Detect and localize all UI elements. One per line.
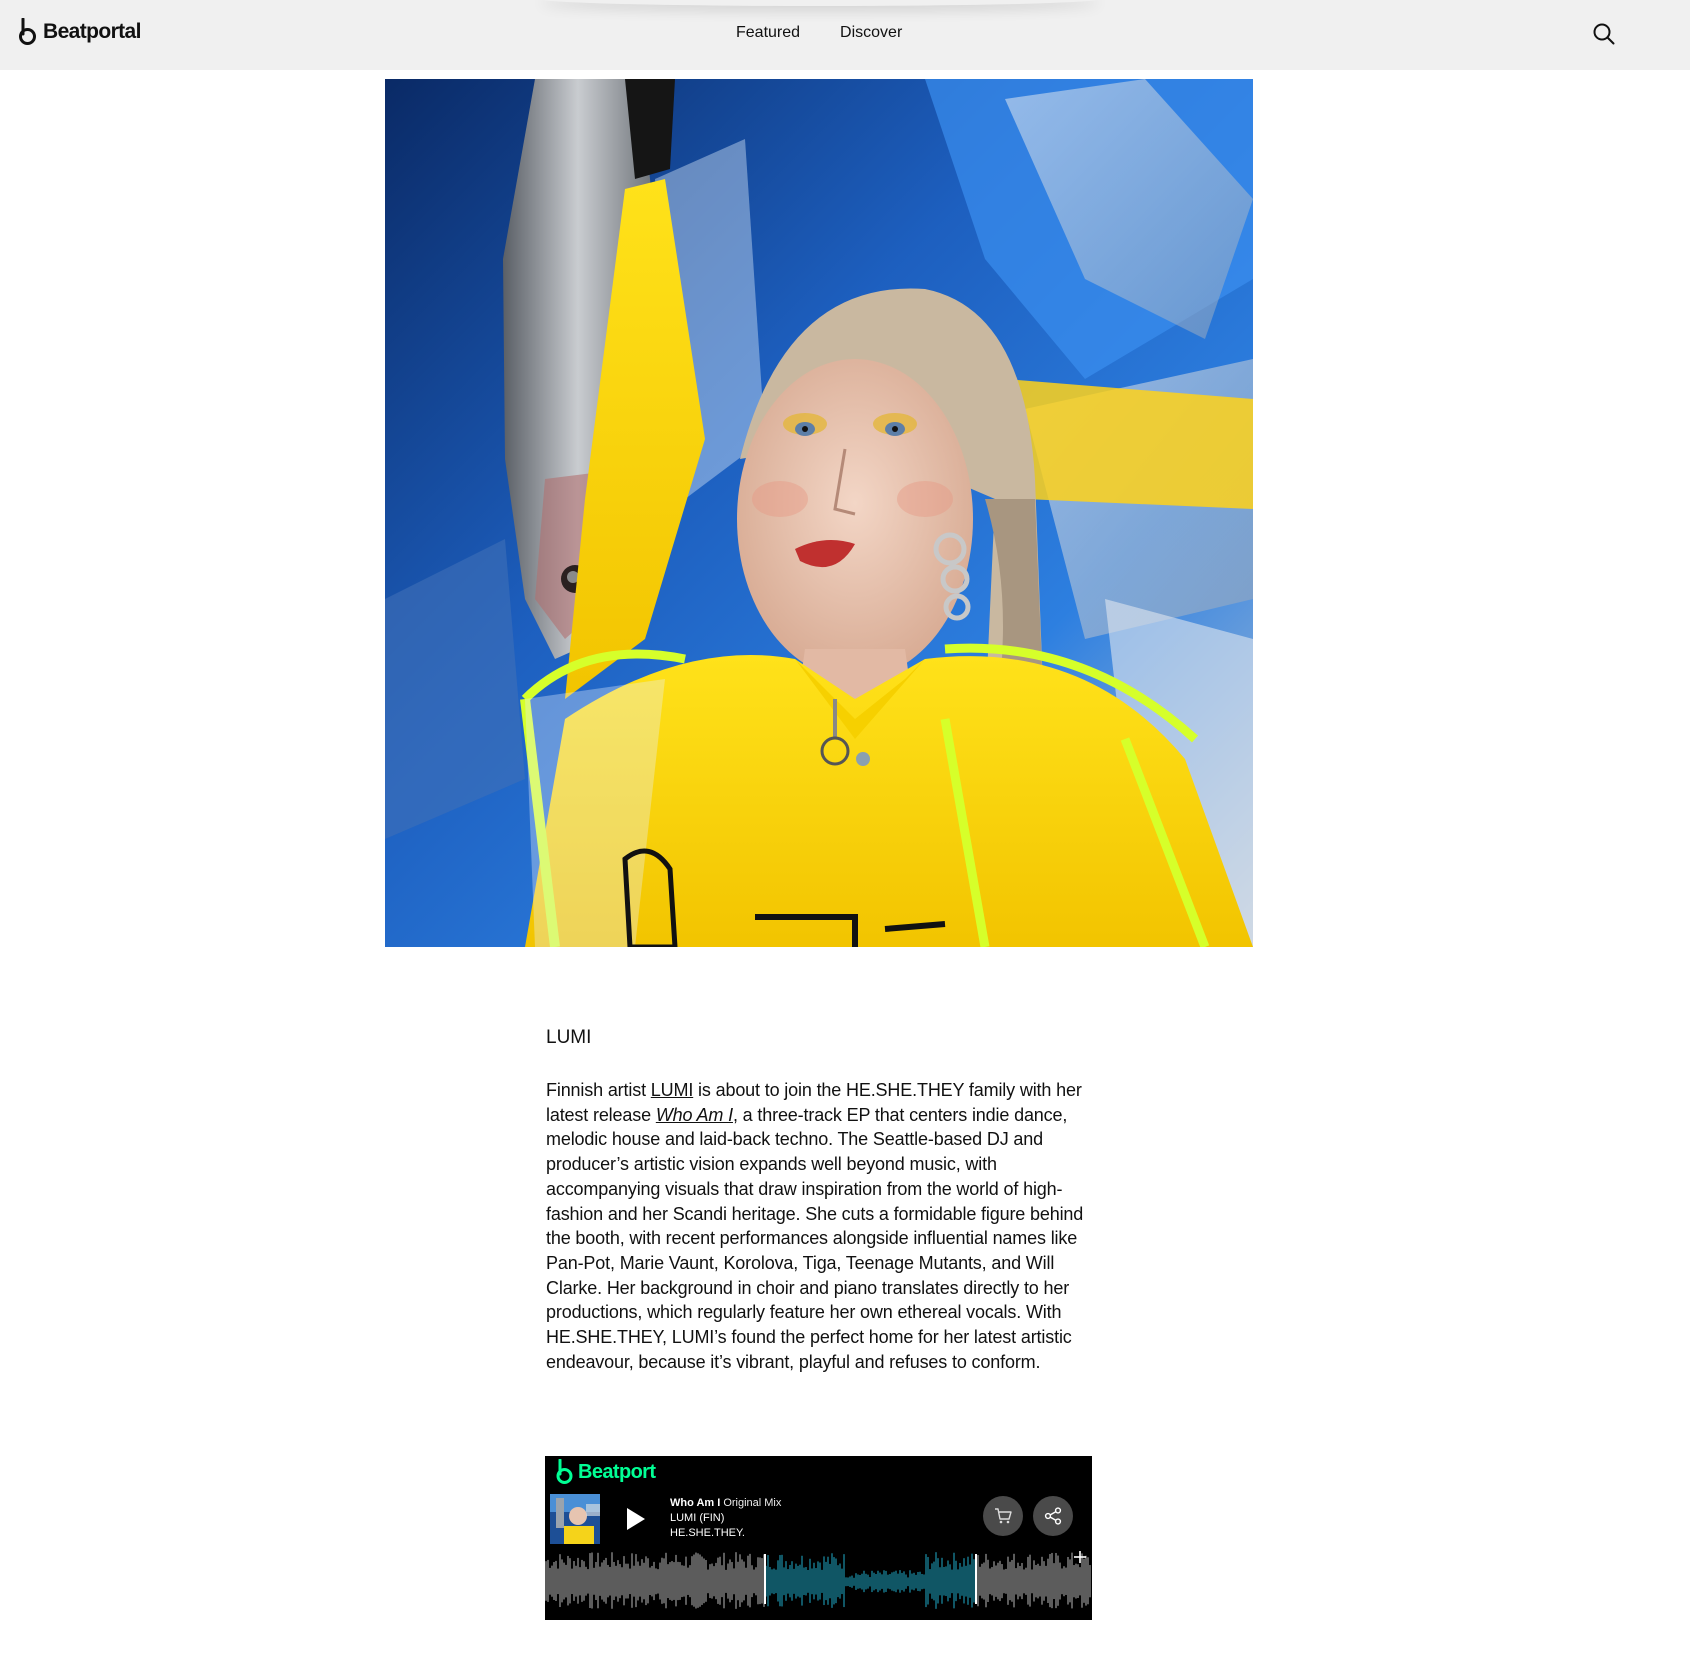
track-artist[interactable]: LUMI (FIN)	[670, 1511, 781, 1526]
waveform[interactable]	[545, 1548, 1092, 1616]
track-title[interactable]: Who Am I	[670, 1497, 720, 1509]
share-button[interactable]	[1033, 1496, 1073, 1536]
hero-photo	[385, 79, 1253, 947]
site-header: Beatportal Featured Discover	[0, 0, 1690, 70]
buy-button[interactable]	[983, 1496, 1023, 1536]
nav-featured[interactable]: Featured	[736, 22, 800, 44]
link-lumi[interactable]: LUMI	[651, 1080, 694, 1100]
article-body: Finnish artist LUMI is about to join the…	[546, 1078, 1092, 1374]
track-info: Who Am I Original Mix LUMI (FIN) HE.SHE.T…	[670, 1496, 781, 1541]
play-button[interactable]	[625, 1506, 647, 1532]
search-button[interactable]	[1592, 22, 1616, 46]
track-mix: Original Mix	[723, 1497, 782, 1509]
image-caption: LUMI	[546, 1027, 592, 1048]
player-brand[interactable]: Beatport	[555, 1459, 656, 1485]
hero-illustration	[385, 79, 1253, 947]
beatport-player: Beatport Who Am I Original Mix LUMI (FIN)…	[545, 1456, 1092, 1620]
waveform-marker[interactable]	[764, 1554, 766, 1604]
beatportal-logo-icon	[19, 18, 36, 45]
main-nav: Featured Discover	[736, 22, 942, 44]
cart-icon	[995, 1508, 1012, 1524]
body-text-1: Finnish artist	[546, 1080, 651, 1100]
beatport-logo-icon	[556, 1459, 573, 1484]
brand-logo[interactable]: Beatportal	[17, 18, 141, 46]
release-artwork-image	[550, 1494, 600, 1544]
share-icon	[1044, 1507, 1062, 1525]
nav-discover[interactable]: Discover	[840, 22, 902, 44]
brand-name: Beatportal	[43, 20, 141, 43]
release-artwork[interactable]	[550, 1494, 600, 1544]
header-shadow	[540, 0, 1100, 6]
link-who-am-i[interactable]: Who Am I	[656, 1105, 733, 1125]
track-label[interactable]: HE.SHE.THEY.	[670, 1526, 781, 1541]
search-icon	[1593, 23, 1615, 45]
plus-icon	[1074, 1551, 1086, 1563]
add-button[interactable]	[1073, 1550, 1087, 1564]
waveform-marker[interactable]	[975, 1554, 977, 1604]
play-icon	[627, 1508, 645, 1530]
player-brand-name: Beatport	[578, 1460, 656, 1483]
body-text-3: , a three-track EP that centers indie da…	[546, 1104, 1084, 1372]
